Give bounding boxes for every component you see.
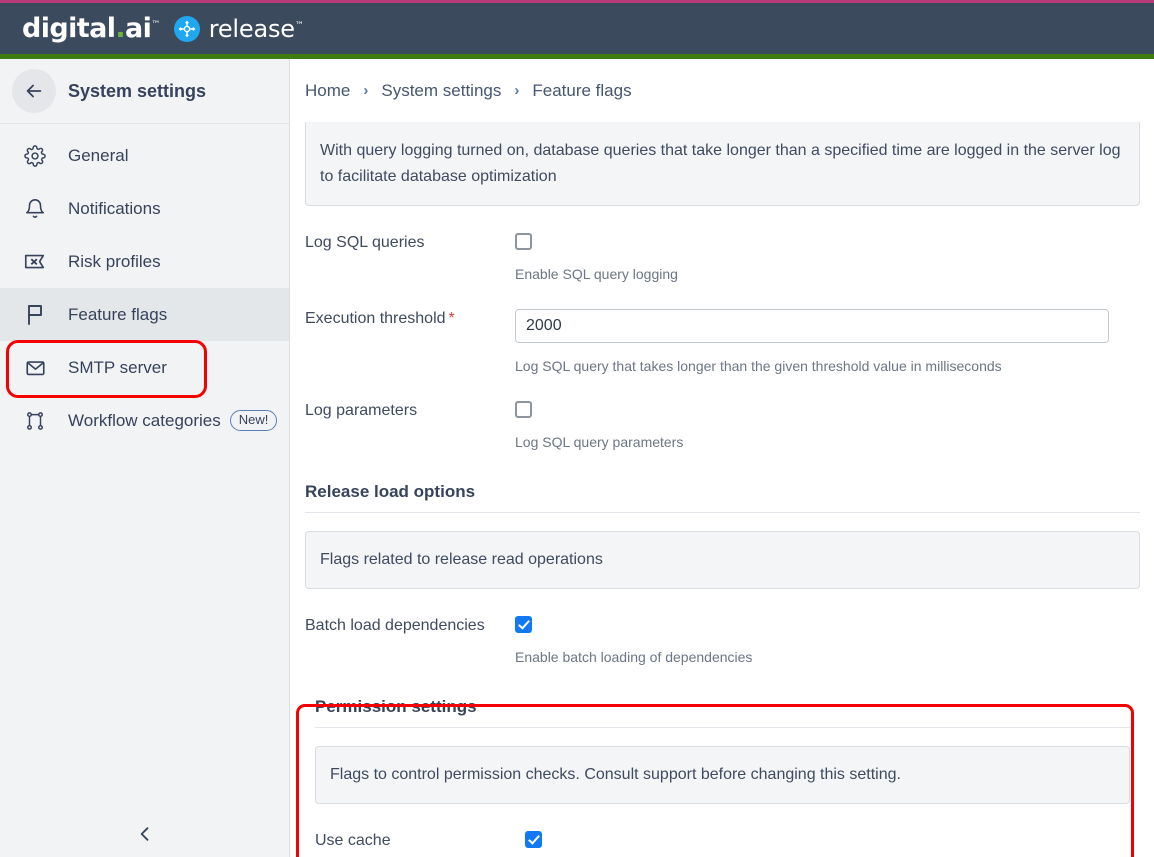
field-helper-text: Log SQL query that takes longer than the… — [515, 357, 1002, 374]
page-title: System settings — [68, 80, 207, 101]
sidebar-item-risk-profiles[interactable]: Risk profiles — [0, 235, 289, 288]
sidebar-item-label: SMTP server — [68, 357, 167, 377]
sidebar-nav: General Notifications Risk profiles Feat… — [0, 124, 289, 447]
sidebar-collapse-button[interactable] — [0, 810, 289, 857]
field-helper-text: Enable SQL query logging — [515, 265, 678, 282]
sidebar-item-label: Risk profiles — [68, 251, 161, 271]
field-use-cache: Use cache Use internal cache mechanism w… — [315, 830, 1130, 857]
field-helper-text: Enable batch loading of dependencies — [515, 648, 753, 665]
app-header: digital.ai™ release™ — [0, 3, 1154, 54]
sidebar-header: System settings — [0, 59, 289, 124]
field-execution-threshold: Execution threshold* Log SQL query that … — [305, 308, 1140, 374]
chevron-right-icon: › — [514, 82, 520, 99]
envelope-icon — [20, 357, 50, 379]
back-button[interactable] — [12, 69, 56, 113]
permission-settings-info-box: Flags to control permission checks. Cons… — [315, 745, 1130, 804]
product-trademark: ™ — [294, 20, 304, 31]
breadcrumb-item-system-settings[interactable]: System settings — [381, 81, 501, 101]
field-label: Execution threshold * — [305, 309, 515, 328]
sidebar-item-workflow-categories[interactable]: Workflow categories New! — [0, 394, 289, 447]
field-helper-text: Log SQL query parameters — [515, 433, 684, 450]
field-log-parameters: Log parameters Log SQL query parameters — [305, 400, 1140, 450]
field-label: Log parameters — [305, 401, 418, 419]
sidebar-item-label: General — [68, 145, 129, 165]
use-cache-checkbox[interactable] — [525, 830, 542, 848]
app-root: digital.ai™ release™ System settings Gen… — [0, 0, 1154, 857]
release-compass-icon — [173, 15, 200, 42]
brand-trademark: ™ — [151, 20, 160, 30]
field-label-text: Execution threshold — [305, 309, 446, 327]
field-label: Log SQL queries — [305, 233, 425, 251]
batch-load-dependencies-checkbox[interactable] — [515, 615, 532, 633]
field-control: Use internal cache mechanism when checki… — [525, 830, 1130, 857]
status-badge: New! — [229, 409, 278, 432]
sidebar-item-feature-flags[interactable]: Feature flags — [0, 288, 289, 341]
section-title-permission-settings: Permission settings — [315, 697, 1130, 728]
settings-sidebar: System settings General Notifications Ri… — [0, 59, 290, 857]
sidebar-item-label: Workflow categories — [68, 410, 221, 430]
risk-flag-icon — [20, 251, 50, 273]
query-logging-info-box: With query logging turned on, database q… — [305, 122, 1140, 206]
field-control: Log SQL query that takes longer than the… — [515, 308, 1140, 374]
arrow-left-icon — [26, 84, 42, 98]
field-control: Log SQL query parameters — [515, 400, 1140, 450]
brand-suffix: ai — [125, 13, 152, 44]
breadcrumb-item-home[interactable]: Home — [305, 81, 350, 101]
sidebar-item-label: Feature flags — [68, 304, 168, 324]
breadcrumb: Home › System settings › Feature flags — [291, 59, 1154, 122]
chevron-right-icon: › — [363, 82, 369, 99]
brand-prefix: digital — [22, 13, 116, 44]
sidebar-item-general[interactable]: General — [0, 129, 289, 182]
permission-settings-section: Permission settings Flags to control per… — [305, 697, 1140, 857]
breadcrumb-item-feature-flags: Feature flags — [532, 80, 632, 100]
field-control: Enable batch loading of dependencies — [515, 615, 1140, 665]
bell-icon — [20, 198, 50, 220]
sidebar-item-notifications[interactable]: Notifications — [0, 182, 289, 235]
product-name: release™ — [209, 15, 304, 43]
field-control: Enable SQL query logging — [515, 232, 1140, 282]
gear-icon — [20, 144, 50, 167]
release-load-info-box: Flags related to release read operations — [305, 530, 1140, 589]
product-label: release — [208, 14, 295, 43]
flag-icon — [20, 303, 50, 327]
settings-form: With query logging turned on, database q… — [291, 122, 1154, 857]
brand-dot: . — [115, 13, 126, 44]
chevron-left-icon — [140, 827, 148, 841]
sidebar-item-smtp-server[interactable]: SMTP server — [0, 341, 289, 394]
section-title-release-load-options: Release load options — [305, 482, 1140, 513]
execution-threshold-input[interactable] — [515, 308, 1109, 343]
field-label: Batch load dependencies — [305, 616, 485, 634]
field-batch-load-dependencies: Batch load dependencies Enable batch loa… — [305, 615, 1140, 665]
digitalai-logo[interactable]: digital.ai™ — [22, 15, 160, 42]
field-log-sql-queries: Log SQL queries Enable SQL query logging — [305, 232, 1140, 282]
log-parameters-checkbox[interactable] — [515, 400, 532, 418]
workflow-nodes-icon — [20, 410, 50, 432]
log-sql-queries-checkbox[interactable] — [515, 232, 532, 250]
sidebar-item-label: Notifications — [68, 198, 161, 218]
field-label: Use cache — [315, 831, 391, 849]
required-marker: * — [448, 309, 455, 327]
main-content: Home › System settings › Feature flags W… — [291, 59, 1154, 857]
